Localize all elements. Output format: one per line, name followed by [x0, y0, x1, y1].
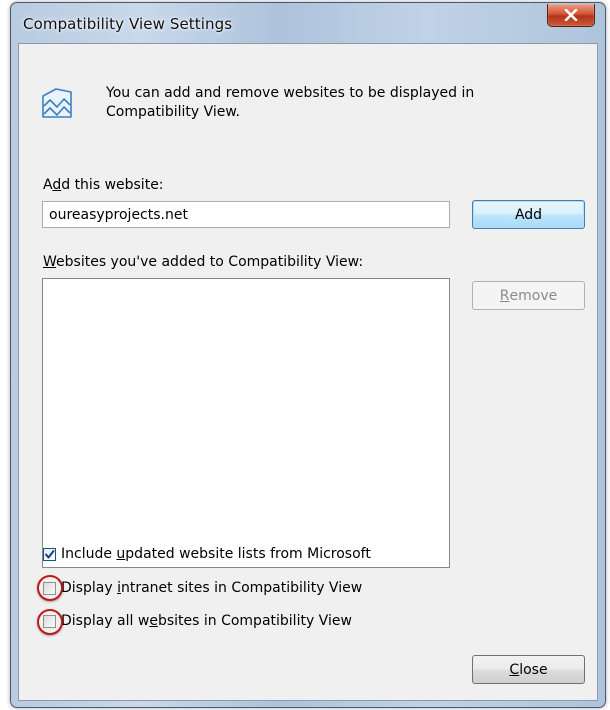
add-button[interactable]: Add	[472, 200, 585, 229]
include-updated-lists-checkbox[interactable]	[43, 547, 56, 561]
annotation-circle	[37, 575, 63, 601]
include-updated-lists-option[interactable]: Include updated website lists from Micro…	[43, 546, 371, 562]
display-intranet-option[interactable]: Display intranet sites in Compatibility …	[43, 580, 362, 596]
window-title: Compatibility View Settings	[23, 15, 233, 33]
compatibility-view-icon	[42, 88, 72, 118]
added-websites-label: Websites you've added to Compatibility V…	[43, 254, 364, 270]
display-all-websites-label: Display all websites in Compatibility Vi…	[61, 613, 352, 629]
added-websites-list[interactable]	[42, 278, 450, 568]
display-all-websites-option[interactable]: Display all websites in Compatibility Vi…	[43, 613, 352, 629]
close-icon	[564, 9, 578, 21]
info-message: You can add and remove websites to be di…	[106, 85, 475, 120]
remove-button[interactable]: Remove	[472, 281, 585, 310]
add-website-label: Add this website:	[43, 177, 164, 193]
dialog-window: Compatibility View Settings You can add …	[10, 2, 606, 708]
title-bar[interactable]: Compatibility View Settings	[11, 3, 605, 43]
add-website-input[interactable]	[42, 201, 450, 228]
checkmark-icon	[45, 549, 55, 558]
include-updated-lists-label: Include updated website lists from Micro…	[61, 546, 371, 562]
close-button[interactable]: Close	[472, 655, 585, 684]
window-close-button[interactable]	[547, 4, 595, 27]
display-intranet-label: Display intranet sites in Compatibility …	[61, 580, 363, 596]
dialog-body: You can add and remove websites to be di…	[18, 43, 598, 701]
annotation-circle	[37, 609, 63, 635]
